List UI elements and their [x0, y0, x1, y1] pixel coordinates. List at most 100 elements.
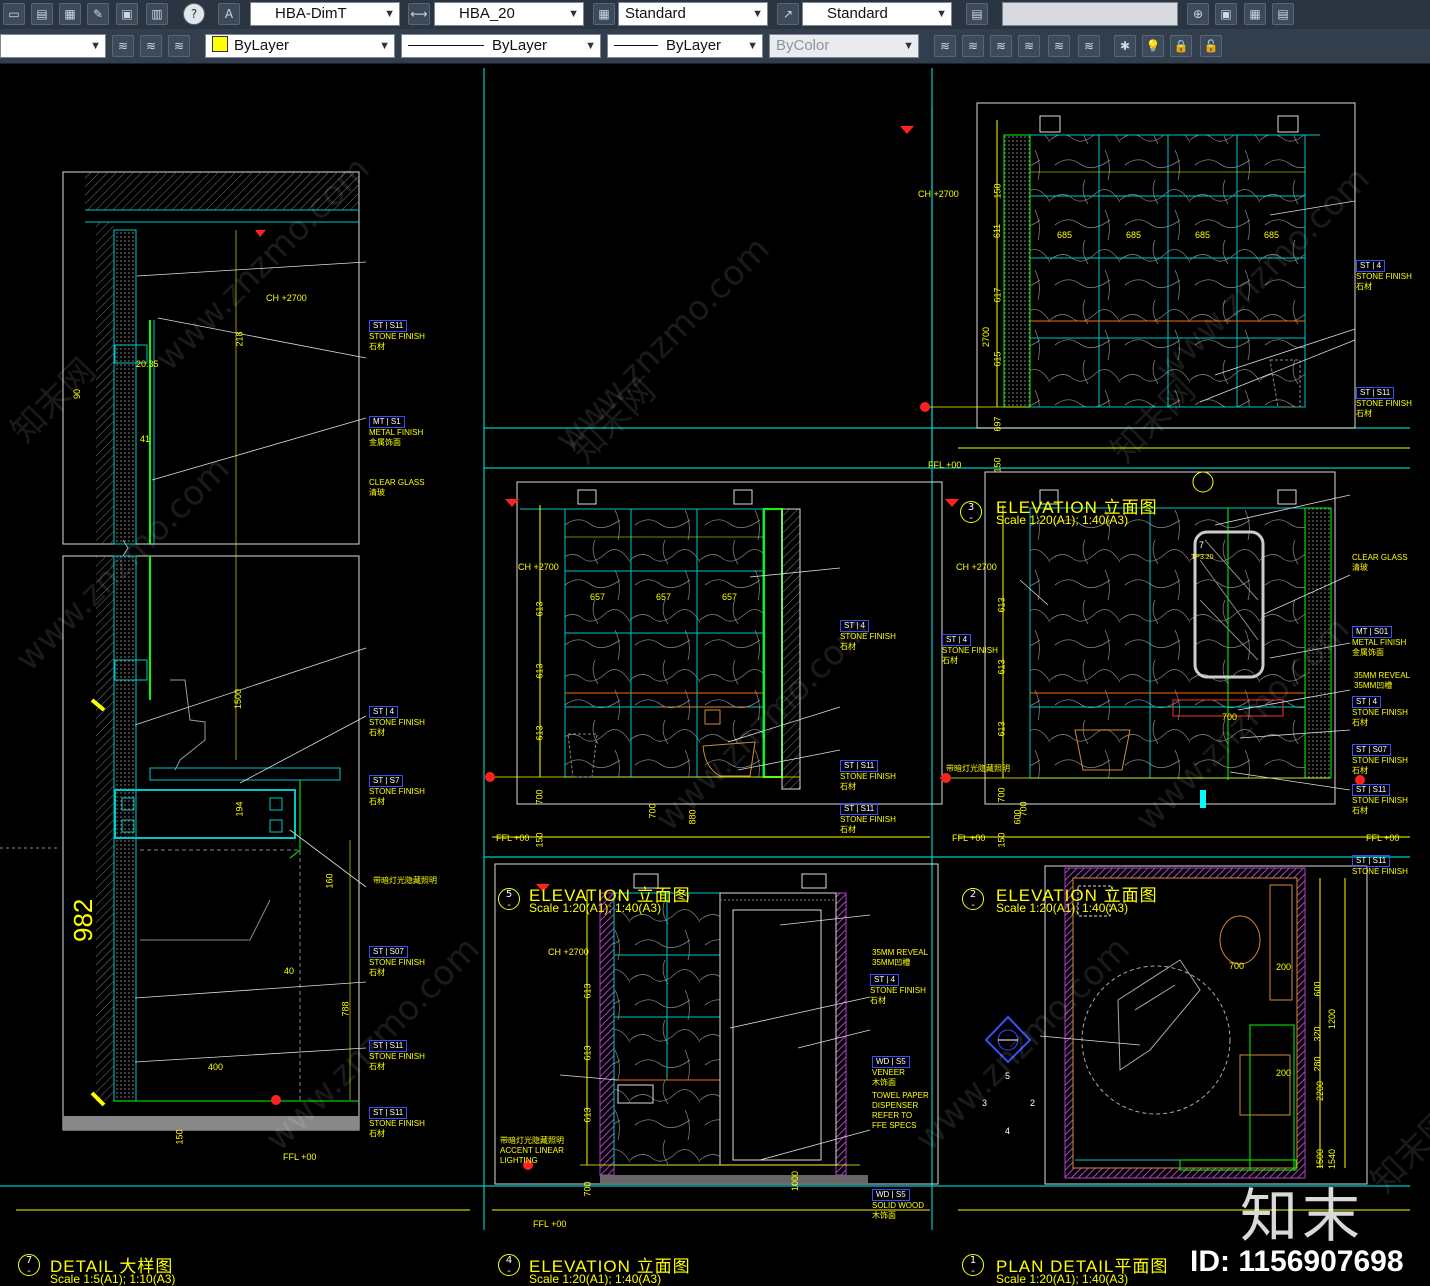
- dim-label: 1540: [1327, 1148, 1338, 1170]
- dim-label: 617: [992, 287, 1003, 303]
- mleader-style-value: Standard: [827, 5, 888, 22]
- dim-label: 41: [140, 434, 151, 444]
- layer-manager-icon[interactable]: ▤: [966, 3, 988, 25]
- layer-select[interactable]: ▼: [0, 34, 106, 58]
- color-select[interactable]: ByLayer ▼: [205, 34, 395, 58]
- dim-label: 700: [1229, 961, 1245, 971]
- layer-isolate-icon[interactable]: ≋: [168, 35, 190, 57]
- tag-stone-s11: ST | S11 STONE FINISH 石材: [1356, 387, 1412, 418]
- chevron-down-icon[interactable]: ▼: [585, 35, 596, 57]
- ceiling-level: CH +2700: [918, 189, 959, 199]
- tag-stone-4: ST | 4 STONE FINISH 石材: [1356, 260, 1412, 291]
- dim-style-icon[interactable]: ⟷: [408, 3, 430, 25]
- dim-label: 280: [1312, 1056, 1323, 1072]
- brand-watermark: 知末: [1240, 1182, 1365, 1250]
- drawing-canvas[interactable]: www.znzmo.com www.znzmo.com www.znzmo.co…: [0, 64, 1430, 1286]
- xref-icon[interactable]: ▦: [1244, 3, 1266, 25]
- grid-icon[interactable]: ▦: [59, 3, 81, 25]
- test-point-label: TP3.20: [1191, 554, 1214, 561]
- dim-label: 150: [174, 1129, 185, 1145]
- dim-label: 685: [1264, 230, 1280, 240]
- chevron-down-icon[interactable]: ▼: [90, 35, 101, 57]
- compass-label: 4: [1005, 1126, 1011, 1136]
- linetype-value: ByLayer: [492, 37, 548, 54]
- tag-stone-4: ST | 4 STONE FINISH 石材: [942, 634, 998, 665]
- insert-block-icon[interactable]: ⊕: [1187, 3, 1209, 25]
- light-bulb-icon[interactable]: 💡: [1142, 35, 1164, 57]
- tag-towel-dispenser: TOWEL PAPER DISPENSER REFER TO FFE SPECS: [872, 1091, 929, 1130]
- save-icon[interactable]: ▭: [3, 3, 25, 25]
- attach-icon[interactable]: ▤: [1272, 3, 1294, 25]
- dim-style-value: HBA-DimT: [275, 5, 347, 22]
- dim-label: 90: [72, 388, 83, 400]
- layer-off-icon[interactable]: ≋: [934, 35, 956, 57]
- layer-previous-icon[interactable]: ≋: [140, 35, 162, 57]
- tag-stone-s11: ST | S11 STONE FINISH 石材: [369, 1107, 425, 1138]
- dim-label: 685: [1057, 230, 1073, 240]
- dim-label: 200: [1276, 962, 1292, 972]
- dim-label: 40: [284, 966, 295, 976]
- drawing-icon[interactable]: ▣: [116, 3, 138, 25]
- dim-label: 657: [722, 592, 738, 602]
- dim-label: 613: [996, 659, 1007, 675]
- ceiling-level: CH +2700: [956, 562, 997, 572]
- mleader-icon[interactable]: ↗: [777, 3, 799, 25]
- tag-clear-glass: CLEAR GLASS 清玻: [369, 478, 425, 497]
- chevron-down-icon[interactable]: ▼: [747, 35, 758, 57]
- calculator-icon[interactable]: ▥: [146, 3, 168, 25]
- chevron-down-icon[interactable]: ▼: [384, 3, 395, 25]
- dim-label: 150: [534, 832, 545, 848]
- chevron-down-icon[interactable]: ▼: [568, 3, 579, 25]
- color-swatch: [212, 36, 228, 52]
- chevron-down-icon[interactable]: ▼: [936, 3, 947, 25]
- dim-label: 613: [996, 721, 1007, 737]
- elevation-number: 3-: [960, 501, 982, 524]
- multileader-style-select[interactable]: HBA_20 ▼: [434, 2, 584, 26]
- elevation-3-scale: Scale 1:20(A1); 1:40(A3): [996, 513, 1129, 527]
- lock-icon[interactable]: 🔒: [1170, 35, 1192, 57]
- layer-merge-icon[interactable]: ≋: [1078, 35, 1100, 57]
- mleader-style-select[interactable]: Standard ▼: [802, 2, 952, 26]
- chevron-down-icon[interactable]: ▼: [379, 35, 390, 57]
- dim-label: 700: [996, 787, 1007, 803]
- tag-stone-s11: ST | S11 STONE FINISH 石材: [840, 803, 896, 834]
- lineweight-value: ByLayer: [666, 37, 722, 54]
- elevation-4-scale: Scale 1:20(A1); 1:40(A3): [529, 1272, 662, 1286]
- table-style-icon[interactable]: ▦: [593, 3, 615, 25]
- table-style-select[interactable]: Standard ▼: [618, 2, 768, 26]
- text-style-icon[interactable]: A: [218, 3, 240, 25]
- linetype-select[interactable]: ByLayer ▼: [401, 34, 601, 58]
- layer-match-icon[interactable]: ≋: [1018, 35, 1040, 57]
- layer-freeze-icon[interactable]: ≋: [962, 35, 984, 57]
- dim-label: 20.35: [136, 359, 159, 369]
- freeze-icon[interactable]: ✱: [1114, 35, 1136, 57]
- dim-label: 320: [1312, 1026, 1323, 1042]
- dim-label: 613: [582, 983, 593, 999]
- tag-stone-4: ST | 4 STONE FINISH 石材: [870, 974, 926, 1005]
- dim-label: 150: [992, 457, 1003, 473]
- tag-clear-glass: CLEAR GLASS 清玻: [1352, 553, 1408, 572]
- tag-metal-s1: MT | S1 METAL FINISH 金属饰面: [369, 416, 424, 447]
- dim-label: 700: [1222, 712, 1238, 722]
- layer-lock-icon[interactable]: ≋: [990, 35, 1012, 57]
- command-input[interactable]: [1002, 2, 1178, 26]
- compass-label: 2: [1030, 1098, 1036, 1108]
- tag-stone-4: ST | 4 STONE FINISH 石材: [840, 620, 896, 651]
- layer-states-icon[interactable]: ≋: [112, 35, 134, 57]
- dim-label: 613: [996, 597, 1007, 613]
- dim-label: 615: [992, 351, 1003, 367]
- unlock-icon[interactable]: 🔓: [1200, 35, 1222, 57]
- help-icon[interactable]: ?: [183, 3, 205, 25]
- chevron-down-icon[interactable]: ▼: [752, 3, 763, 25]
- toolbar-row-1: ▭ ▤ ▦ ✎ ▣ ▥ ? A HBA-DimT ▼ ⟷ HBA_20 ▼ ▦ St…: [0, 0, 1430, 30]
- layer-walk-icon[interactable]: ≋: [1048, 35, 1070, 57]
- dim-label: 150: [996, 832, 1007, 848]
- tag-stone-s07: ST | S07 STONE FINISH 石材: [369, 946, 425, 977]
- elevation-5-scale: Scale 1:20(A1); 1:40(A3): [529, 901, 662, 915]
- tag-accent-lighting: 带暗灯光隐藏照明: [946, 764, 1010, 773]
- layer-icon[interactable]: ▤: [31, 3, 53, 25]
- lineweight-select[interactable]: ByLayer ▼: [607, 34, 763, 58]
- dim-style-select[interactable]: HBA-DimT ▼: [250, 2, 400, 26]
- block-editor-icon[interactable]: ▣: [1215, 3, 1237, 25]
- pen-icon[interactable]: ✎: [87, 3, 109, 25]
